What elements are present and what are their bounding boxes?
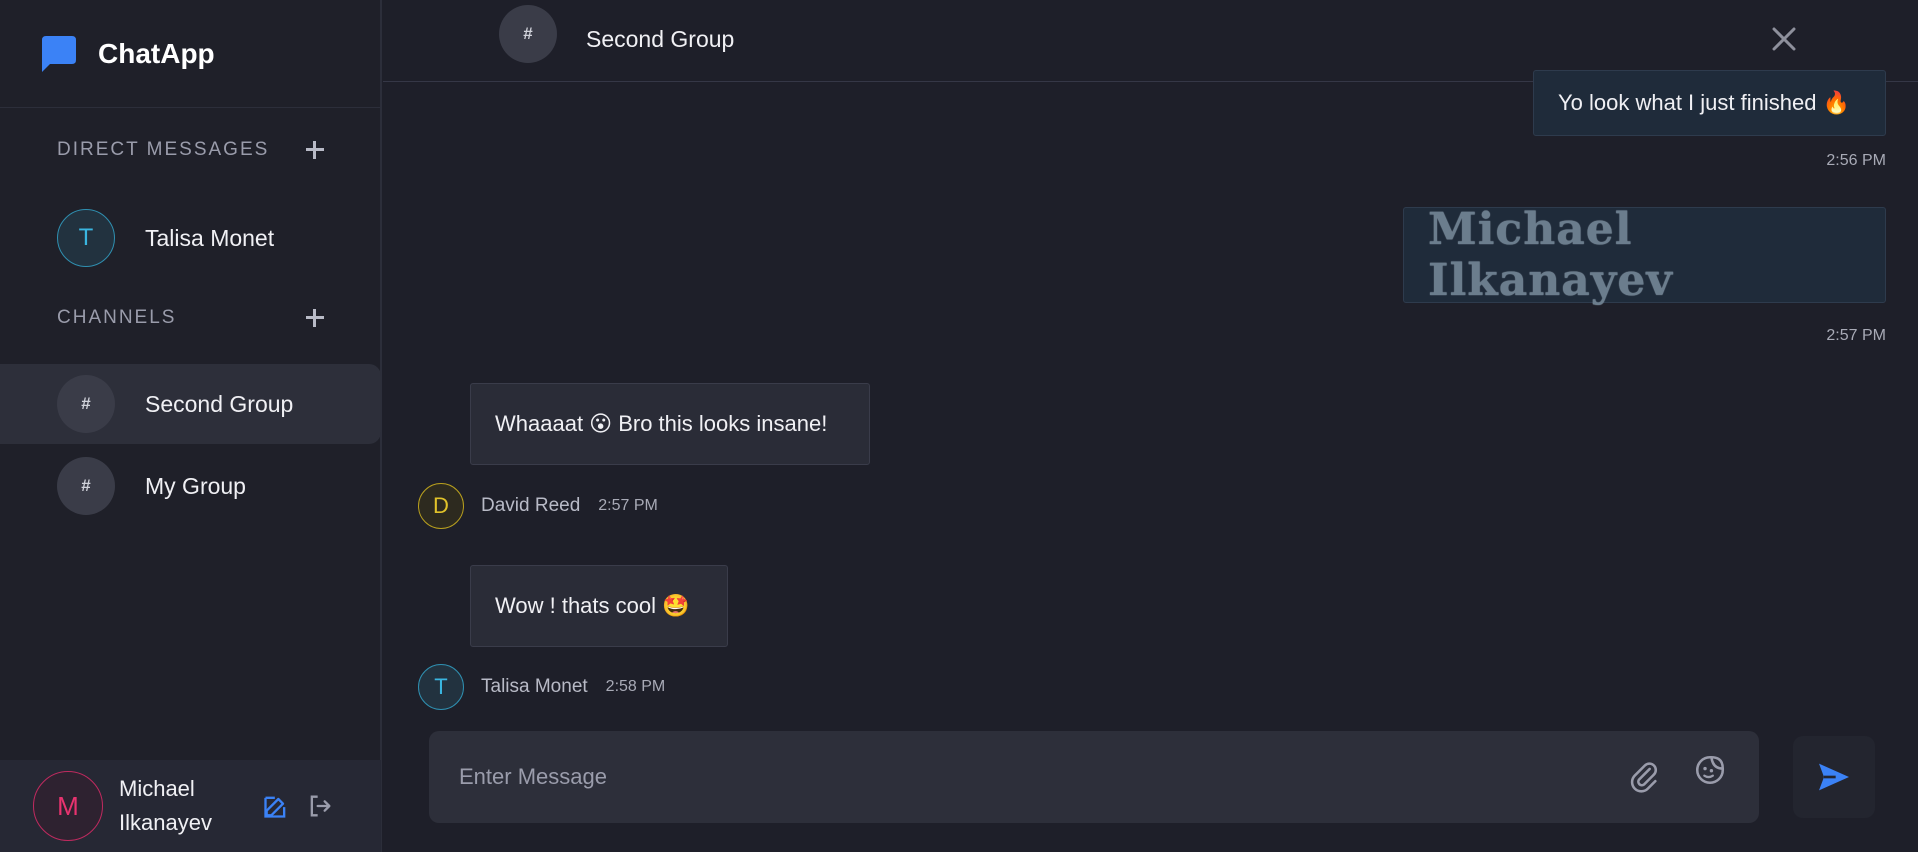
message-text: Wow ! thats cool 🤩: [495, 593, 690, 618]
profile-name-last: Ilkanayev: [119, 810, 212, 835]
message-time: 2:56 PM: [1826, 152, 1886, 169]
paperclip-icon[interactable]: [1627, 759, 1661, 793]
logout-icon: [310, 795, 331, 817]
sidebar-item-label: Second Group: [145, 390, 294, 417]
sidebar-item-my-group[interactable]: # My Group: [0, 446, 381, 526]
sidebar-item-second-group[interactable]: # Second Group: [0, 364, 381, 444]
close-icon[interactable]: [1768, 23, 1800, 55]
add-channel-button[interactable]: [303, 306, 327, 330]
add-direct-message-button[interactable]: [303, 138, 327, 162]
avatar: T: [57, 209, 115, 267]
message-input[interactable]: [459, 761, 1559, 793]
message-time: 2:57 PM: [1826, 327, 1886, 344]
edit-icon: [264, 796, 286, 818]
app-name: ChatApp: [98, 37, 215, 69]
profile-name-first: Michael: [119, 776, 195, 801]
sidebar-item-talisa-monet[interactable]: T Talisa Monet: [0, 198, 381, 278]
signature-text: Michael Ilkanayev: [1428, 204, 1673, 306]
message-meta: T Talisa Monet 2:58 PM: [418, 664, 665, 710]
message-meta: D David Reed 2:57 PM: [418, 483, 658, 529]
edit-profile-button[interactable]: [261, 791, 291, 821]
send-button[interactable]: [1793, 736, 1875, 818]
brand: ChatApp: [0, 0, 380, 108]
sticker-icon[interactable]: [1693, 753, 1727, 787]
signature-image[interactable]: Michael Ilkanayev: [1403, 204, 1886, 306]
sidebar-item-label: Talisa Monet: [145, 224, 275, 251]
direct-messages-header: DIRECT MESSAGES: [57, 138, 327, 162]
logout-button[interactable]: [305, 791, 335, 821]
avatar[interactable]: M: [33, 771, 103, 841]
chat-title: Second Group: [586, 26, 735, 52]
sidebar-item-label: My Group: [145, 472, 246, 499]
hash-icon: #: [57, 375, 115, 433]
hash-icon: #: [499, 5, 557, 63]
sender-name: Talisa Monet: [481, 676, 588, 697]
message-bubble: Wow ! thats cool 🤩: [470, 565, 728, 647]
message-time: 2:58 PM: [605, 678, 666, 695]
hash-icon: #: [57, 457, 115, 515]
chat-bubble-icon: [42, 35, 76, 72]
sender-name: David Reed: [481, 495, 581, 516]
direct-messages-title: DIRECT MESSAGES: [57, 139, 270, 160]
message-composer: [429, 731, 1759, 823]
message-text: Yo look what I just finished 🔥: [1558, 90, 1850, 115]
message-time: 2:57 PM: [598, 497, 658, 514]
channels-header: CHANNELS: [57, 306, 327, 330]
profile-name: Michael Ilkanayev: [119, 772, 239, 840]
send-icon: [1819, 763, 1849, 791]
sidebar: ChatApp DIRECT MESSAGES T Talisa Monet C…: [0, 0, 382, 852]
message-bubble: Yo look what I just finished 🔥: [1533, 70, 1886, 136]
channels-title: CHANNELS: [57, 307, 177, 328]
chat-main: # Second Group Yo look what I just finis…: [383, 0, 1918, 852]
profile-bar: M Michael Ilkanayev: [0, 760, 381, 852]
avatar: T: [418, 664, 464, 710]
message-text: Whaaaat 😮 Bro this looks insane!: [495, 411, 828, 436]
avatar: D: [418, 483, 464, 529]
message-bubble: Whaaaat 😮 Bro this looks insane!: [470, 383, 870, 465]
